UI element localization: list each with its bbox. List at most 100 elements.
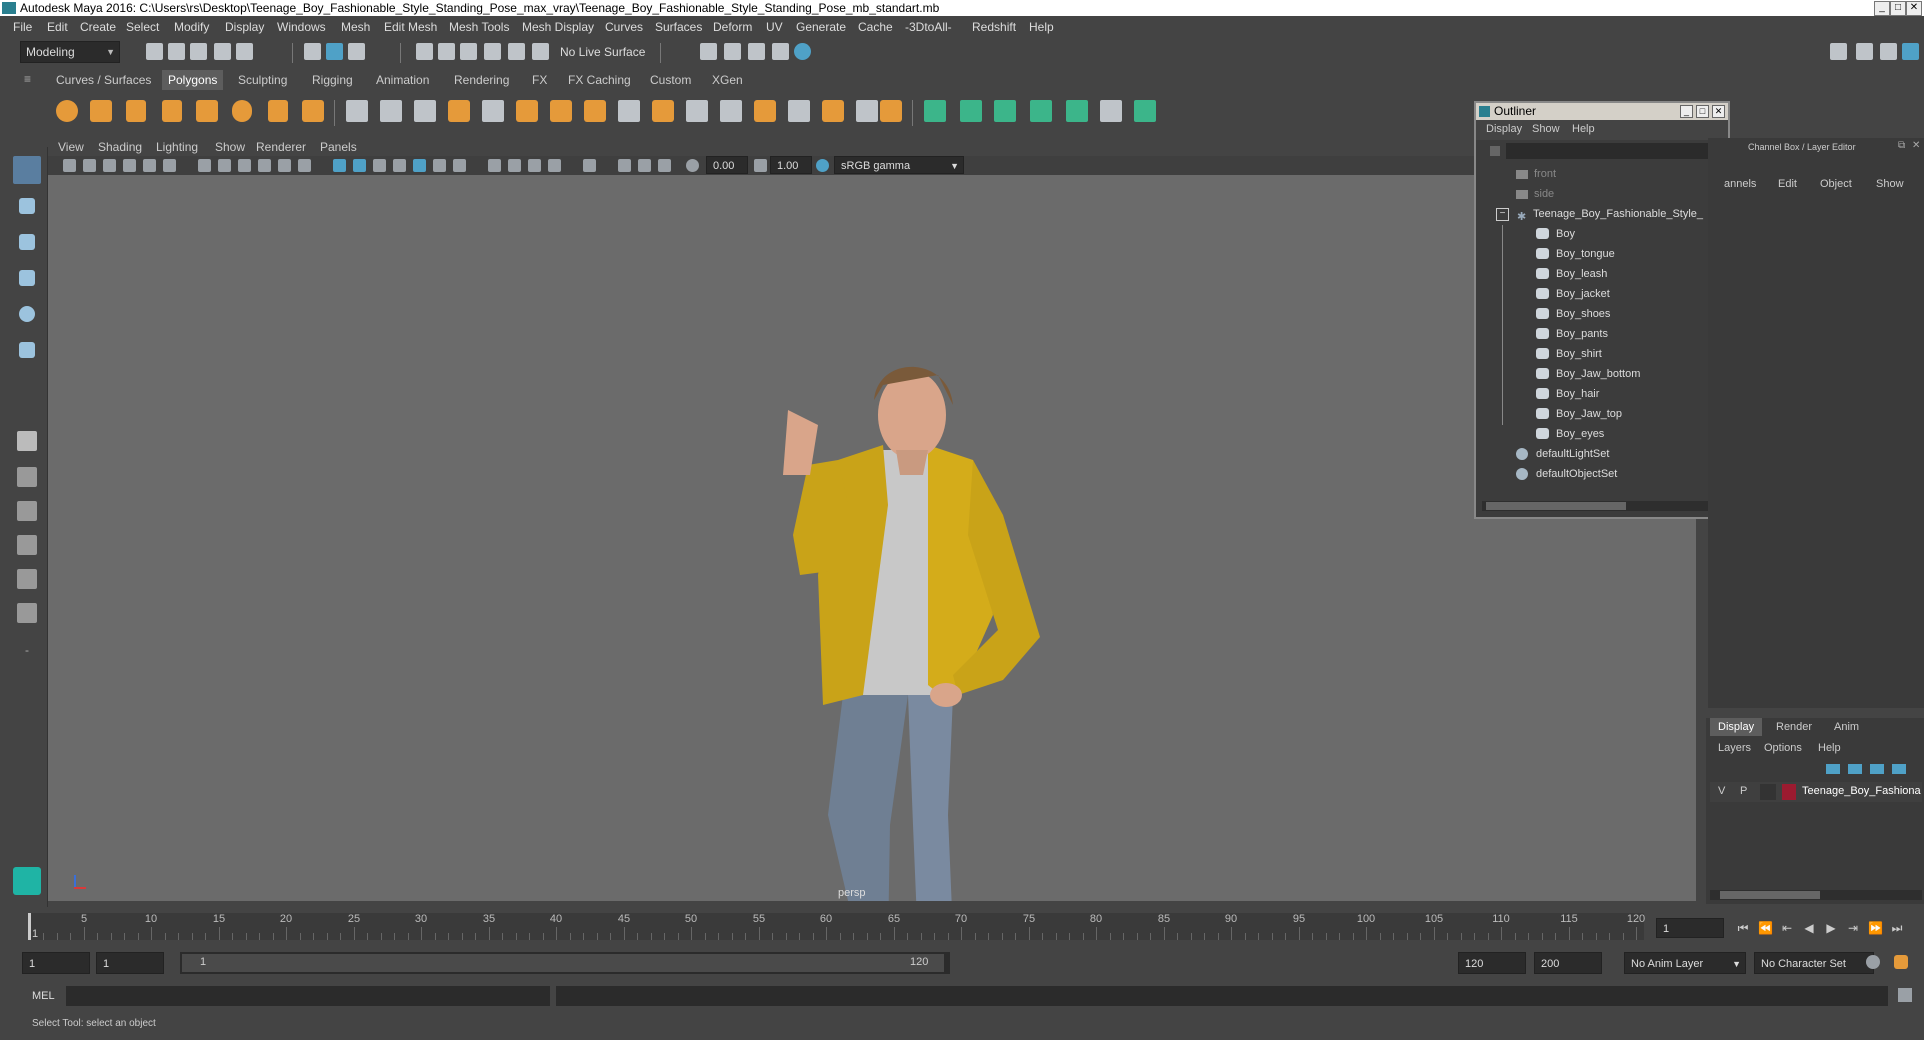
select-hierarchy-icon[interactable] [304, 43, 321, 60]
close-icon[interactable]: ✕ [1912, 140, 1920, 151]
poly-plane-icon[interactable] [196, 100, 218, 122]
layer-hscrollbar[interactable] [1710, 890, 1922, 900]
outliner-item-default-light-set[interactable]: defaultLightSet [1516, 445, 1609, 463]
boolean-icon[interactable] [482, 100, 504, 122]
layer-row[interactable]: V P Teenage_Boy_Fashiona [1710, 782, 1922, 802]
playback-start-field[interactable]: 1 [96, 952, 164, 974]
xray-joints-icon[interactable] [618, 159, 631, 172]
four-view-layout-icon[interactable] [13, 463, 41, 491]
new-layer-selected-icon[interactable] [1892, 764, 1906, 774]
wireframe-on-shaded-icon[interactable] [373, 159, 386, 172]
outliner-item-side[interactable]: side [1516, 185, 1554, 203]
tab-render[interactable]: Render [1776, 721, 1812, 733]
outliner-item-group[interactable]: − ✱ Teenage_Boy_Fashionable_Style_ [1496, 205, 1703, 223]
ipr-render-icon[interactable] [724, 43, 741, 60]
spherical-uv-icon[interactable] [994, 100, 1016, 122]
menu-help[interactable]: Help [1029, 20, 1054, 34]
live-surface-label[interactable]: No Live Surface [560, 45, 645, 59]
safe-action-icon[interactable] [278, 159, 291, 172]
animation-end-field[interactable]: 200 [1534, 952, 1602, 974]
tab-xgen[interactable]: XGen [706, 70, 749, 90]
tab-display[interactable]: Display [1710, 718, 1763, 736]
viewport-menu-show[interactable]: Show [215, 140, 245, 154]
go-to-start-icon[interactable]: ⏮ [1736, 921, 1750, 935]
outliner-menu-show[interactable]: Show [1532, 123, 1560, 135]
gamma-icon[interactable] [754, 159, 767, 172]
lasso-tool-icon[interactable] [13, 192, 41, 220]
select-component-icon[interactable] [348, 43, 365, 60]
menu-edit-mesh[interactable]: Edit Mesh [384, 20, 437, 34]
camera-select-icon[interactable] [63, 159, 76, 172]
menu-select[interactable]: Select [126, 20, 159, 34]
snap-live-icon[interactable] [508, 43, 525, 60]
viewport-menu-panels[interactable]: Panels [320, 140, 357, 154]
exposure-field[interactable]: 0.00 [706, 156, 748, 174]
menu-mesh[interactable]: Mesh [341, 20, 370, 34]
viewport-menu-view[interactable]: View [58, 140, 84, 154]
select-tool-icon[interactable] [13, 156, 41, 184]
filter-icon[interactable] [1490, 146, 1500, 156]
paint-select-icon[interactable] [13, 228, 41, 256]
tab-rendering[interactable]: Rendering [448, 70, 515, 90]
poly-cylinder-icon[interactable] [126, 100, 146, 122]
planar-uv-icon[interactable] [924, 100, 946, 122]
menu-modify[interactable]: Modify [174, 20, 209, 34]
snap-point-icon[interactable] [460, 43, 477, 60]
undo-icon[interactable] [214, 43, 231, 60]
layers-menu-help[interactable]: Help [1818, 742, 1841, 754]
extrude-icon[interactable] [584, 100, 606, 122]
character-set-dropdown[interactable]: No Character Set [1754, 952, 1874, 974]
mel-input[interactable] [66, 986, 550, 1006]
outliner-item-boy-pants[interactable]: Boy_pants [1536, 325, 1608, 343]
go-to-end-icon[interactable]: ⏭ [1890, 921, 1904, 935]
collapse-icon[interactable] [788, 100, 810, 122]
minimize-icon[interactable]: _ [1680, 105, 1693, 118]
outliner-item-boy-jacket[interactable]: Boy_jacket [1536, 285, 1610, 303]
gamma-field[interactable]: 1.00 [770, 156, 812, 174]
resolution-gate-icon[interactable] [218, 159, 231, 172]
anti-aliasing-icon[interactable] [528, 159, 541, 172]
extract-icon[interactable] [414, 100, 436, 122]
snap-curve-icon[interactable] [438, 43, 455, 60]
tab-fx-caching[interactable]: FX Caching [562, 70, 637, 90]
menu-curves[interactable]: Curves [605, 20, 643, 34]
render-view-icon[interactable] [794, 43, 811, 60]
menu-surfaces[interactable]: Surfaces [655, 20, 702, 34]
snap-view-plane-icon[interactable] [484, 43, 501, 60]
outliner-item-boy-jaw-bottom[interactable]: Boy_Jaw_bottom [1536, 365, 1640, 383]
layers-menu-options[interactable]: Options [1764, 742, 1802, 754]
menu-display[interactable]: Display [225, 20, 264, 34]
color-space-dropdown[interactable]: sRGB gamma ▼ [834, 156, 964, 174]
move-tool-icon[interactable] [13, 264, 41, 292]
xray-active-icon[interactable] [638, 159, 651, 172]
time-slider[interactable]: 5 10 15 20 25 30 35 40 45 50 55 60 65 70 75 80 85 90 95 100… [28, 913, 1645, 940]
attribute-editor-icon[interactable] [1856, 43, 1873, 60]
maximize-icon[interactable]: □ [1890, 1, 1906, 16]
fill-hole-icon[interactable] [856, 100, 878, 122]
range-slider-handle[interactable] [182, 954, 944, 972]
float-icon[interactable]: ⧉ [1898, 140, 1905, 151]
menu-mesh-display[interactable]: Mesh Display [522, 20, 594, 34]
channel-menu-edit[interactable]: Edit [1778, 178, 1797, 190]
minimize-icon[interactable]: _ [1874, 1, 1890, 16]
tab-animation[interactable]: Animation [370, 70, 435, 90]
sew-uv-icon[interactable] [1134, 100, 1156, 122]
animation-start-field[interactable]: 1 [22, 952, 90, 974]
playback-end-field[interactable]: 120 [1458, 952, 1526, 974]
outliner-item-default-object-set[interactable]: defaultObjectSet [1516, 465, 1617, 483]
layer-type-box[interactable] [1760, 784, 1776, 800]
poly-prism-icon[interactable] [268, 100, 288, 122]
menu-3dtoall[interactable]: -3DtoAll- [905, 20, 952, 34]
screen-space-ao-icon[interactable] [488, 159, 501, 172]
poly-cone-icon[interactable] [162, 100, 182, 122]
step-forward-frame-icon[interactable]: ⏩ [1868, 921, 1883, 935]
step-forward-key-icon[interactable]: ⇥ [1846, 921, 1860, 935]
mode-dropdown[interactable]: Modeling ▼ [20, 41, 120, 63]
outliner-layout-icon[interactable] [13, 531, 41, 559]
unfold-uv-icon[interactable] [1066, 100, 1088, 122]
safe-title-icon[interactable] [298, 159, 311, 172]
preferences-icon[interactable] [1894, 955, 1908, 969]
menu-uv[interactable]: UV [766, 20, 783, 34]
outliner-item-boy-leash[interactable]: Boy_leash [1536, 265, 1607, 283]
tab-curves-surfaces[interactable]: Curves / Surfaces [50, 70, 157, 90]
